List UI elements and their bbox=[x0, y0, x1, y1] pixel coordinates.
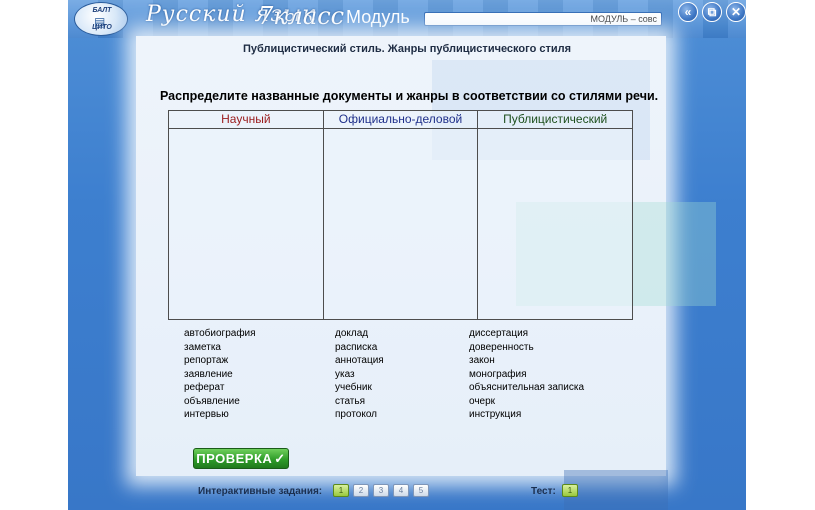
word-item[interactable]: расписка bbox=[335, 341, 384, 355]
word-item[interactable]: монография bbox=[469, 368, 584, 382]
task-button-3[interactable]: 3 bbox=[373, 484, 389, 497]
test-button[interactable]: 1 bbox=[562, 484, 578, 497]
column-scientific[interactable]: Научный bbox=[169, 111, 324, 319]
column-header: Научный bbox=[169, 111, 323, 129]
logo-top-text: БАЛТ bbox=[92, 7, 112, 14]
word-item[interactable]: указ bbox=[335, 368, 384, 382]
module-field[interactable]: МОДУЛЬ – совс bbox=[424, 12, 662, 26]
drop-zone[interactable] bbox=[169, 129, 323, 319]
word-item[interactable]: заявление bbox=[184, 368, 256, 382]
task-button-4[interactable]: 4 bbox=[393, 484, 409, 497]
topic-title: Публицистический стиль. Жанры публицисти… bbox=[242, 43, 572, 55]
word-list-3: диссертация доверенность закон монографи… bbox=[469, 327, 584, 422]
interactive-tasks-label: Интерактивные задания: bbox=[198, 486, 323, 497]
word-item[interactable]: доклад bbox=[335, 327, 384, 341]
word-list-2: доклад расписка аннотация указ учебник с… bbox=[335, 327, 384, 422]
word-item[interactable]: репортаж bbox=[184, 354, 256, 368]
task-button-1[interactable]: 1 bbox=[333, 484, 349, 497]
word-item[interactable]: очерк bbox=[469, 395, 584, 409]
word-item[interactable]: заметка bbox=[184, 341, 256, 355]
task-buttons: 1 2 3 4 5 bbox=[333, 484, 429, 497]
drop-zone[interactable] bbox=[324, 129, 478, 319]
decor-block bbox=[564, 470, 668, 510]
double-chevron-left-icon[interactable]: « bbox=[678, 2, 698, 22]
word-item[interactable]: учебник bbox=[335, 381, 384, 395]
column-official[interactable]: Официально-деловой bbox=[323, 111, 479, 319]
drop-zone[interactable] bbox=[478, 129, 632, 319]
word-item[interactable]: реферат bbox=[184, 381, 256, 395]
word-item[interactable]: объяснительная записка bbox=[469, 381, 584, 395]
checkmark-icon: ✓ bbox=[274, 450, 286, 466]
word-item[interactable]: инструкция bbox=[469, 408, 584, 422]
module-label: Модуль bbox=[346, 7, 410, 27]
grade-label: 7класс bbox=[258, 2, 345, 30]
test-label: Тест: bbox=[531, 486, 556, 497]
header: БАЛТ ▤ ЦИТО Русский язык 7класс Модуль М… bbox=[68, 0, 746, 38]
close-icon[interactable]: ✕ bbox=[726, 2, 746, 22]
window-controls: « ⧉ ✕ bbox=[678, 2, 746, 22]
word-item[interactable]: объявление bbox=[184, 395, 256, 409]
word-item[interactable]: аннотация bbox=[335, 354, 384, 368]
word-list-1: автобиография заметка репортаж заявление… bbox=[184, 327, 256, 422]
check-button[interactable]: ПРОВЕРКА ✓ bbox=[193, 448, 289, 469]
publisher-logo: БАЛТ ▤ ЦИТО bbox=[74, 2, 128, 36]
word-item[interactable]: статья bbox=[335, 395, 384, 409]
task-instruction: Распределите названные документы и жанры… bbox=[160, 89, 659, 103]
column-header: Официально-деловой bbox=[323, 111, 478, 129]
app-window: БАЛТ ▤ ЦИТО Русский язык 7класс Модуль М… bbox=[68, 0, 746, 510]
restore-window-icon[interactable]: ⧉ bbox=[702, 2, 722, 22]
word-item[interactable]: интервью bbox=[184, 408, 256, 422]
check-button-label: ПРОВЕРКА bbox=[196, 451, 273, 466]
sorting-table: Научный Официально-деловой Публицистичес… bbox=[168, 110, 633, 320]
word-item[interactable]: доверенность bbox=[469, 341, 584, 355]
task-button-2[interactable]: 2 bbox=[353, 484, 369, 497]
task-button-5[interactable]: 5 bbox=[413, 484, 429, 497]
word-item[interactable]: автобиография bbox=[184, 327, 256, 341]
word-item[interactable]: закон bbox=[469, 354, 584, 368]
column-journalistic[interactable]: Публицистический bbox=[478, 111, 633, 319]
word-item[interactable]: протокол bbox=[335, 408, 384, 422]
word-item[interactable]: диссертация bbox=[469, 327, 584, 341]
logo-bottom-text: ЦИТО bbox=[92, 24, 112, 31]
column-header: Публицистический bbox=[478, 111, 633, 129]
